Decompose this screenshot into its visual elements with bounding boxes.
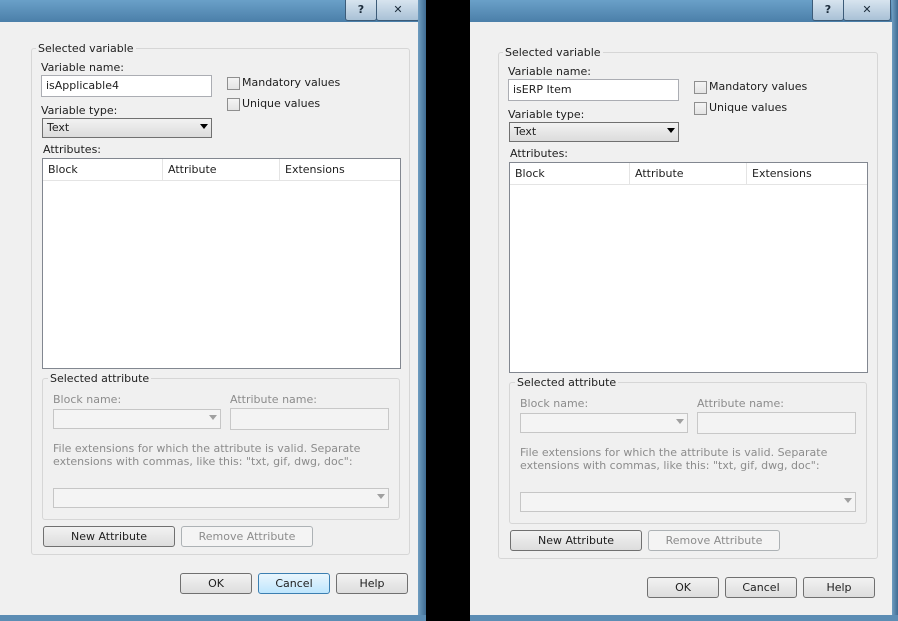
extensions-help-text: File extensions for which the attribute … xyxy=(520,446,828,472)
column-header-extensions[interactable]: Extensions xyxy=(747,163,867,185)
variable-name-label: Variable name: xyxy=(508,65,591,78)
chevron-down-icon xyxy=(377,494,385,499)
help-button[interactable]: Help xyxy=(336,573,408,594)
variable-name-input[interactable]: isApplicable4 xyxy=(41,75,212,97)
ok-button[interactable]: OK xyxy=(180,573,252,594)
column-header-attribute[interactable]: Attribute xyxy=(630,163,747,185)
ok-button[interactable]: OK xyxy=(647,577,719,598)
chevron-down-icon xyxy=(844,498,852,503)
variable-type-select[interactable]: Text xyxy=(42,118,212,138)
chevron-down-icon xyxy=(676,419,684,424)
close-title-button[interactable]: ✕ xyxy=(376,0,420,21)
attributes-list[interactable]: Block Attribute Extensions xyxy=(509,162,868,373)
mandatory-values-checkbox[interactable] xyxy=(227,77,240,90)
extensions-select[interactable] xyxy=(53,488,389,508)
window-frame-right xyxy=(892,0,898,621)
cancel-button[interactable]: Cancel xyxy=(725,577,797,598)
attribute-name-input[interactable] xyxy=(230,408,389,430)
variable-type-label: Variable type: xyxy=(41,104,118,117)
variable-dialog-right: ? ✕ Selected variable Variable name: isE… xyxy=(470,0,898,621)
mandatory-values-checkbox[interactable] xyxy=(694,81,707,94)
help-title-button[interactable]: ? xyxy=(345,0,377,21)
column-header-block[interactable]: Block xyxy=(510,163,630,185)
new-attribute-button[interactable]: New Attribute xyxy=(43,526,175,547)
selected-variable-legend: Selected variable xyxy=(503,46,603,59)
window-frame-right xyxy=(418,0,426,621)
mandatory-values-label: Mandatory values xyxy=(242,76,341,89)
variable-type-value: Text xyxy=(514,125,537,138)
window-frame-bottom xyxy=(0,615,426,621)
attribute-name-input[interactable] xyxy=(697,412,856,434)
help-button[interactable]: Help xyxy=(803,577,875,598)
chevron-down-icon xyxy=(209,415,217,420)
selected-attribute-legend: Selected attribute xyxy=(515,376,619,389)
mandatory-values-label: Mandatory values xyxy=(709,80,808,93)
block-name-label: Block name: xyxy=(520,397,589,410)
help-title-button[interactable]: ? xyxy=(812,0,844,21)
new-attribute-button[interactable]: New Attribute xyxy=(510,530,642,551)
attributes-label: Attributes: xyxy=(43,143,102,156)
chevron-down-icon xyxy=(667,128,675,133)
remove-attribute-button[interactable]: Remove Attribute xyxy=(181,526,313,547)
unique-values-checkbox[interactable] xyxy=(694,102,707,115)
column-header-block[interactable]: Block xyxy=(43,159,163,181)
chevron-down-icon xyxy=(200,124,208,129)
attributes-label: Attributes: xyxy=(510,147,569,160)
block-name-select[interactable] xyxy=(520,413,688,433)
variable-name-input[interactable]: isERP Item xyxy=(508,79,679,101)
unique-values-label: Unique values xyxy=(709,101,788,114)
block-name-select[interactable] xyxy=(53,409,221,429)
attributes-list[interactable]: Block Attribute Extensions xyxy=(42,158,401,369)
remove-attribute-button[interactable]: Remove Attribute xyxy=(648,530,780,551)
attribute-name-label: Attribute name: xyxy=(230,393,317,406)
unique-values-label: Unique values xyxy=(242,97,321,110)
block-name-label: Block name: xyxy=(53,393,122,406)
extensions-help-text: File extensions for which the attribute … xyxy=(53,442,361,468)
variable-dialog-left: ? ✕ Selected variable Variable name: isA… xyxy=(0,0,426,621)
close-title-button[interactable]: ✕ xyxy=(843,0,891,21)
variable-type-label: Variable type: xyxy=(508,108,585,121)
variable-name-label: Variable name: xyxy=(41,61,124,74)
cancel-button[interactable]: Cancel xyxy=(258,573,330,594)
variable-type-select[interactable]: Text xyxy=(509,122,679,142)
variable-type-value: Text xyxy=(47,121,70,134)
extensions-select[interactable] xyxy=(520,492,856,512)
window-frame-bottom xyxy=(470,615,898,621)
attribute-name-label: Attribute name: xyxy=(697,397,784,410)
selected-attribute-legend: Selected attribute xyxy=(48,372,152,385)
column-header-extensions[interactable]: Extensions xyxy=(280,159,400,181)
selected-variable-legend: Selected variable xyxy=(36,42,136,55)
column-header-attribute[interactable]: Attribute xyxy=(163,159,280,181)
unique-values-checkbox[interactable] xyxy=(227,98,240,111)
